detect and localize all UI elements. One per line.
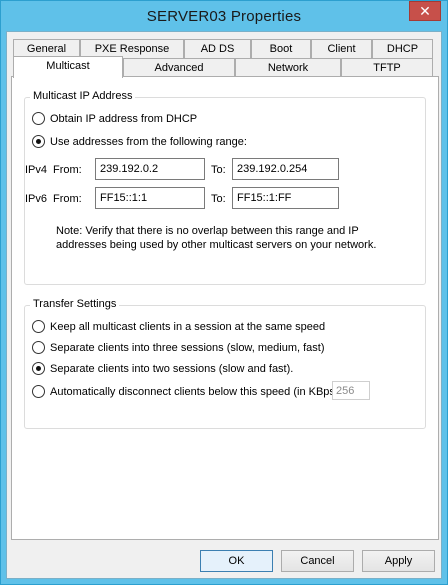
overlap-note: Note: Verify that there is no overlap be…	[56, 224, 416, 252]
multicast-ip-legend: Multicast IP Address	[30, 90, 136, 102]
multicast-ip-group: Multicast IP Address Obtain IP address f…	[24, 90, 426, 285]
two-sessions-radio[interactable]	[32, 362, 45, 375]
close-button[interactable]: ✕	[409, 1, 441, 21]
multicast-tab-panel: Multicast IP Address Obtain IP address f…	[11, 76, 439, 540]
ipv6-from-label: From:	[53, 193, 82, 205]
properties-window: SERVER03 Properties ✕ General PXE Respon…	[0, 0, 448, 585]
two-sessions-label: Separate clients into two sessions (slow…	[50, 362, 294, 375]
speed-threshold-input[interactable]	[332, 381, 370, 400]
tab-multicast[interactable]: Multicast	[13, 56, 123, 78]
transfer-settings-group: Transfer Settings Keep all multicast cli…	[24, 298, 426, 429]
two-sessions-option[interactable]: Separate clients into two sessions (slow…	[32, 362, 293, 375]
ipv6-to-label: To:	[211, 193, 226, 205]
ipv6-to-input[interactable]	[232, 187, 339, 209]
auto-disconnect-radio[interactable]	[32, 385, 45, 398]
overlap-note-line1: Note: Verify that there is no overlap be…	[56, 225, 359, 237]
tab-advanced[interactable]: Advanced	[123, 58, 235, 77]
overlap-note-line2: addresses being used by other multicast …	[56, 239, 377, 251]
same-speed-option[interactable]: Keep all multicast clients in a session …	[32, 320, 325, 333]
use-range-radio[interactable]	[32, 135, 45, 148]
title-bar[interactable]: SERVER03 Properties	[1, 1, 447, 31]
tab-client[interactable]: Client	[311, 39, 372, 58]
same-speed-label: Keep all multicast clients in a session …	[50, 320, 326, 333]
ipv4-label: IPv4	[25, 164, 48, 176]
ipv4-from-input[interactable]	[95, 158, 205, 180]
dialog-body: General PXE Response AD DS Boot Client D…	[6, 31, 442, 579]
ipv4-from-label: From:	[53, 164, 82, 176]
auto-disconnect-label: Automatically disconnect clients below t…	[50, 385, 342, 398]
ipv6-from-input[interactable]	[95, 187, 205, 209]
tab-ad-ds[interactable]: AD DS	[184, 39, 251, 58]
ipv4-to-label: To:	[211, 164, 226, 176]
three-sessions-option[interactable]: Separate clients into three sessions (sl…	[32, 341, 325, 354]
same-speed-radio[interactable]	[32, 320, 45, 333]
ipv4-to-input[interactable]	[232, 158, 339, 180]
obtain-dhcp-radio[interactable]	[32, 112, 45, 125]
cancel-button[interactable]: Cancel	[281, 550, 354, 572]
obtain-dhcp-label: Obtain IP address from DHCP	[50, 112, 198, 125]
window-title: SERVER03 Properties	[146, 7, 302, 25]
tab-tftp[interactable]: TFTP	[341, 58, 433, 77]
use-range-label: Use addresses from the following range:	[50, 135, 247, 148]
ok-button[interactable]: OK	[200, 550, 273, 572]
apply-button[interactable]: Apply	[362, 550, 435, 572]
ipv6-label: IPv6	[25, 193, 48, 205]
tab-dhcp[interactable]: DHCP	[372, 39, 433, 58]
auto-disconnect-option[interactable]: Automatically disconnect clients below t…	[32, 385, 342, 398]
use-range-option[interactable]: Use addresses from the following range:	[32, 135, 247, 148]
transfer-settings-legend: Transfer Settings	[30, 298, 120, 310]
tab-boot[interactable]: Boot	[251, 39, 311, 58]
tab-network[interactable]: Network	[235, 58, 341, 77]
obtain-dhcp-option[interactable]: Obtain IP address from DHCP	[32, 112, 197, 125]
three-sessions-label: Separate clients into three sessions (sl…	[50, 341, 325, 354]
three-sessions-radio[interactable]	[32, 341, 45, 354]
